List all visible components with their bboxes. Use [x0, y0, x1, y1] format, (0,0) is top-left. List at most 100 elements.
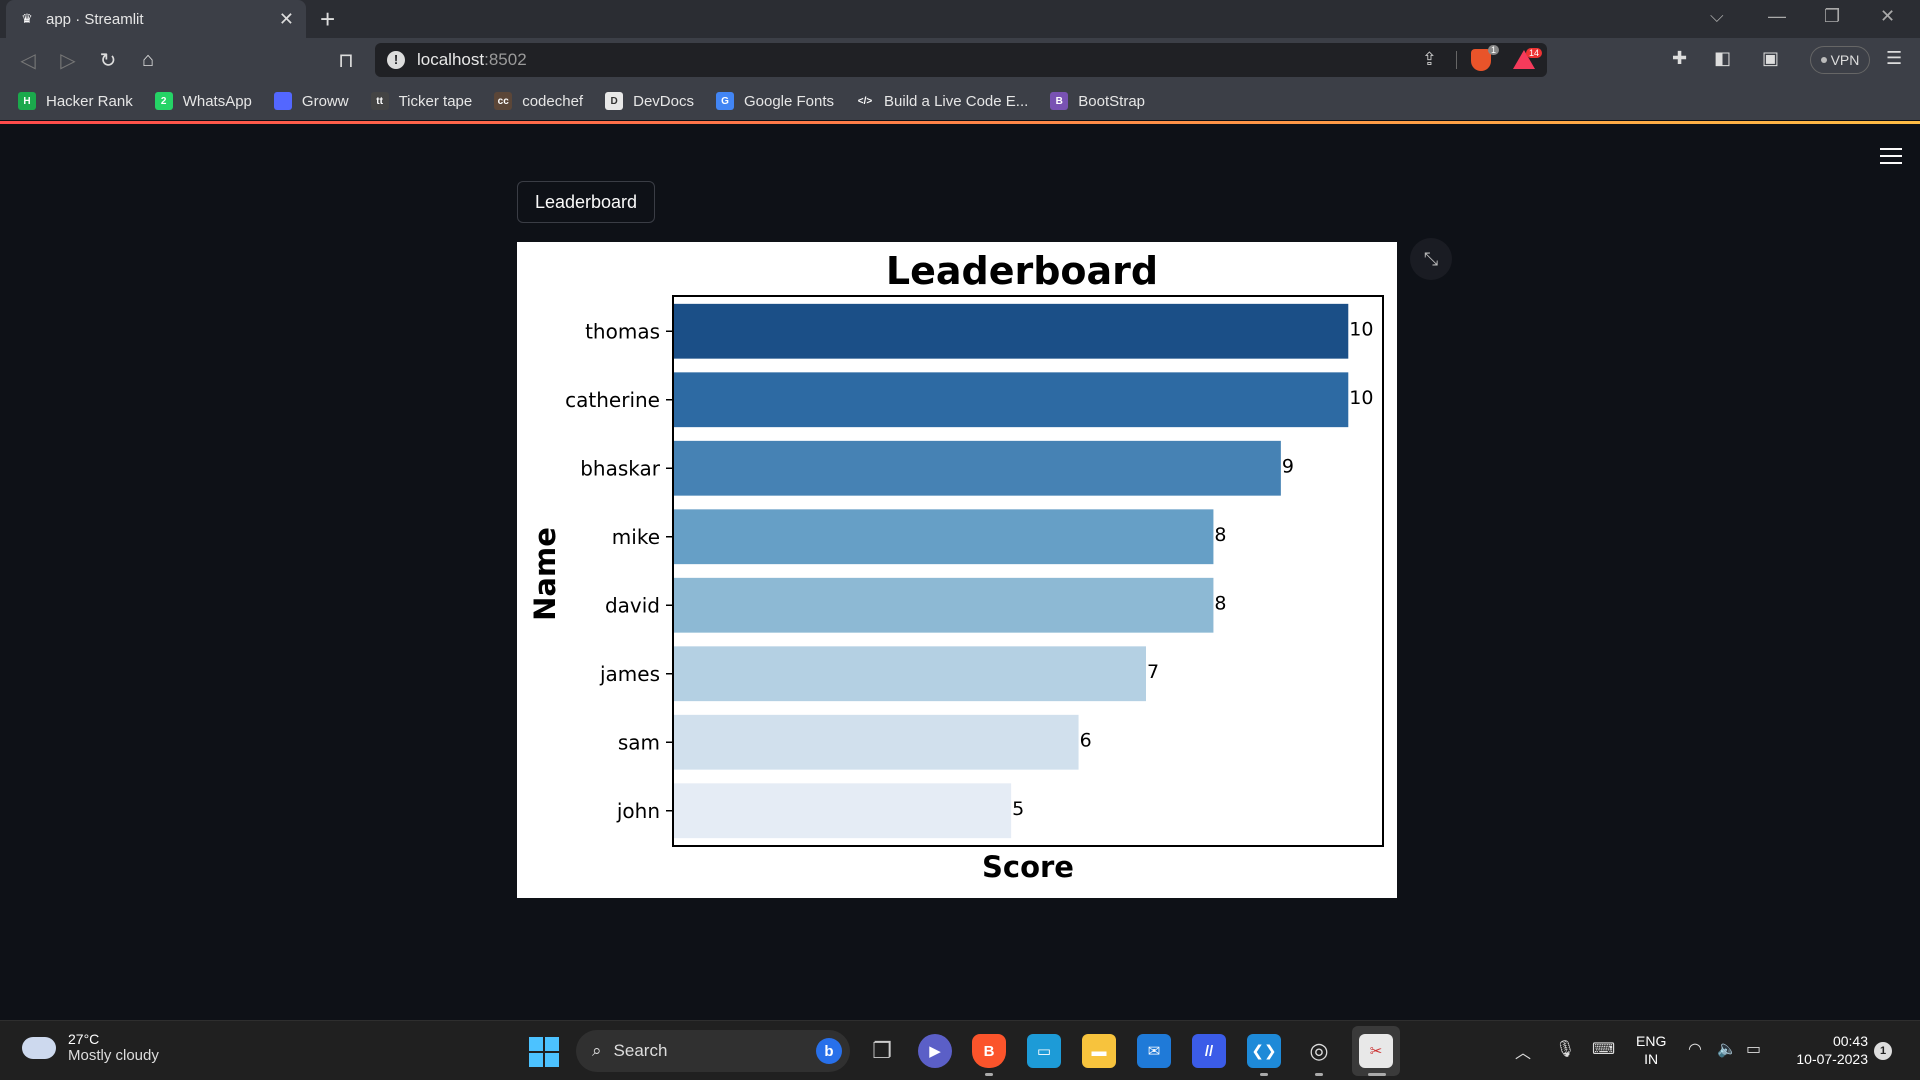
bookmark-item[interactable]: 2 WhatsApp	[154, 92, 252, 110]
bar-value-label: 10	[1349, 318, 1373, 340]
app-menu-icon[interactable]	[1880, 148, 1902, 169]
clock-date: 10-07-2023	[1796, 1051, 1868, 1067]
bar-value-label: 6	[1080, 729, 1092, 751]
snipping-running-indicator	[1368, 1073, 1386, 1076]
file-explorer-icon[interactable]: ▬	[1082, 1034, 1116, 1068]
browser-menu-icon[interactable]: ☰	[1886, 48, 1902, 69]
chart-title: Leaderboard	[886, 249, 1158, 293]
y-tick-label: john	[616, 799, 660, 823]
devdocs-icon: D	[605, 92, 624, 110]
forward-icon[interactable]: ▷	[54, 46, 82, 74]
search-label: Search	[613, 1041, 668, 1060]
address-bar[interactable]: ! localhost:8502 ⇪ 1 14	[375, 43, 1547, 77]
system-clock[interactable]: 00:43 10-07-2023	[1788, 1032, 1868, 1068]
bing-icon[interactable]: b	[816, 1038, 842, 1064]
obs-running-indicator	[1315, 1073, 1323, 1076]
obs-icon[interactable]: ◎	[1302, 1034, 1336, 1068]
x-axis-label: Score	[982, 850, 1074, 884]
language-indicator[interactable]: ENG IN	[1636, 1032, 1666, 1068]
volume-icon[interactable]: 🔈	[1717, 1039, 1737, 1059]
brave-running-indicator	[985, 1073, 993, 1076]
url-text[interactable]: localhost:8502	[417, 50, 527, 70]
bookmark-item[interactable]: </> Build a Live Code E...	[856, 92, 1028, 110]
minimize-icon[interactable]: —	[1768, 6, 1786, 27]
wifi-icon[interactable]: ◠	[1688, 1039, 1702, 1059]
vpn-label: VPN	[1830, 52, 1860, 68]
cloudy-weather-icon	[22, 1028, 56, 1059]
bar-value-label: 8	[1214, 524, 1226, 546]
bookmarks-bar: H Hacker Rank 2 WhatsApp Groww tt Ticker tape c…	[0, 82, 1920, 120]
reload-icon[interactable]: ↻	[94, 46, 122, 74]
tab-search-chevron-icon[interactable]: ⌵	[1710, 6, 1724, 27]
show-hidden-icons-chevron[interactable]: ︿	[1515, 1039, 1531, 1063]
close-tab-icon[interactable]: ✕	[279, 9, 294, 30]
bar-james	[674, 646, 1146, 702]
site-info-icon[interactable]: !	[387, 51, 405, 69]
battery-icon[interactable]: ▭	[1746, 1039, 1761, 1059]
bar-john	[674, 783, 1012, 839]
bookmark-item[interactable]: B BootStrap	[1050, 92, 1145, 110]
bookmark-label: Build a Live Code E...	[884, 92, 1029, 110]
new-tab-icon[interactable]: +	[320, 4, 335, 35]
sidebar-icon[interactable]: ◧	[1714, 48, 1731, 69]
teams-chat-icon[interactable]: ▶	[918, 1034, 952, 1068]
code-app-icon[interactable]: //	[1192, 1034, 1226, 1068]
y-tick-label: sam	[618, 730, 660, 754]
mail-icon[interactable]: ✉	[1137, 1034, 1171, 1068]
microphone-icon[interactable]: 🎙	[1555, 1039, 1575, 1059]
bookmark-item[interactable]: D DevDocs	[605, 92, 694, 110]
bookmark-item[interactable]: G Google Fonts	[715, 92, 835, 110]
bookmark-label: Google Fonts	[743, 92, 835, 110]
windows-taskbar: 27°C Mostly cloudy ⌕ Search b ❐ ▶ B ▭ ▬ …	[0, 1020, 1920, 1080]
vscode-icon[interactable]: ❮❯	[1247, 1034, 1281, 1068]
bar-value-label: 10	[1349, 387, 1373, 409]
y-tick-label: mike	[612, 525, 660, 549]
vscode-running-indicator	[1260, 1073, 1268, 1076]
vpn-button[interactable]: VPN	[1810, 46, 1870, 74]
hackerrank-icon: H	[18, 92, 36, 110]
bookmark-label: BootStrap	[1078, 92, 1146, 110]
bar-sam	[674, 714, 1079, 770]
extensions-icon[interactable]: ✚	[1672, 48, 1687, 69]
snipping-tool-icon[interactable]: ✂	[1359, 1034, 1393, 1068]
browser-tab[interactable]: ♛ app · Streamlit ✕	[6, 0, 306, 38]
desktop-icon[interactable]: ▭	[1027, 1034, 1061, 1068]
brave-browser-icon[interactable]: B	[972, 1034, 1006, 1068]
leaderboard-chart: Leaderboard Score Name thomas 10 catherine…	[517, 242, 1397, 898]
keyboard-icon[interactable]: ⌨	[1592, 1039, 1615, 1059]
restore-icon[interactable]: ❐	[1824, 6, 1840, 27]
bar-thomas	[674, 303, 1349, 359]
tickertape-icon: tt	[370, 92, 389, 110]
fullscreen-expand-icon[interactable]: ⤡	[1410, 238, 1452, 280]
share-icon[interactable]: ⇪	[1422, 49, 1437, 70]
notification-badge[interactable]: 1	[1874, 1042, 1892, 1060]
bookmark-item[interactable]: tt Ticker tape	[370, 92, 472, 110]
weather-condition: Mostly cloudy	[68, 1047, 159, 1064]
bar-value-label: 5	[1012, 798, 1024, 820]
weather-widget[interactable]: 27°C Mostly cloudy	[22, 1028, 159, 1064]
y-axis-label: Name	[528, 527, 562, 621]
y-tick-label: thomas	[585, 319, 660, 343]
bookmark-icon[interactable]: ⊓	[332, 46, 360, 74]
address-divider	[1456, 51, 1457, 69]
taskbar-search[interactable]: ⌕ Search b	[576, 1030, 850, 1072]
leaderboard-button[interactable]: Leaderboard	[517, 181, 655, 223]
brave-rewards-icon[interactable]: 14	[1513, 48, 1542, 69]
language-code: ENG	[1636, 1033, 1667, 1049]
bookmark-item[interactable]: cc codechef	[494, 92, 583, 110]
back-icon[interactable]: ◁	[14, 46, 42, 74]
home-icon[interactable]: ⌂	[134, 46, 162, 74]
bookmark-item[interactable]: Groww	[273, 92, 349, 110]
wallet-icon[interactable]: ▣	[1762, 48, 1779, 69]
whatsapp-icon: 2	[154, 92, 173, 110]
bookmark-label: codechef	[522, 92, 584, 110]
bar-mike	[674, 509, 1214, 565]
brave-shields-icon[interactable]: 1	[1471, 45, 1499, 71]
groww-icon	[273, 92, 292, 110]
browser-toolbar: ◁ ▷ ↻ ⌂ ⊓ ! localhost:8502 ⇪ 1 14 ✚ ◧ ▣ …	[0, 38, 1920, 82]
bookmark-label: WhatsApp	[182, 92, 252, 110]
windows-start-icon[interactable]	[529, 1037, 559, 1067]
task-view-icon[interactable]: ❐	[865, 1034, 899, 1068]
bookmark-item[interactable]: H Hacker Rank	[18, 92, 133, 110]
window-close-icon[interactable]: ✕	[1880, 6, 1895, 27]
